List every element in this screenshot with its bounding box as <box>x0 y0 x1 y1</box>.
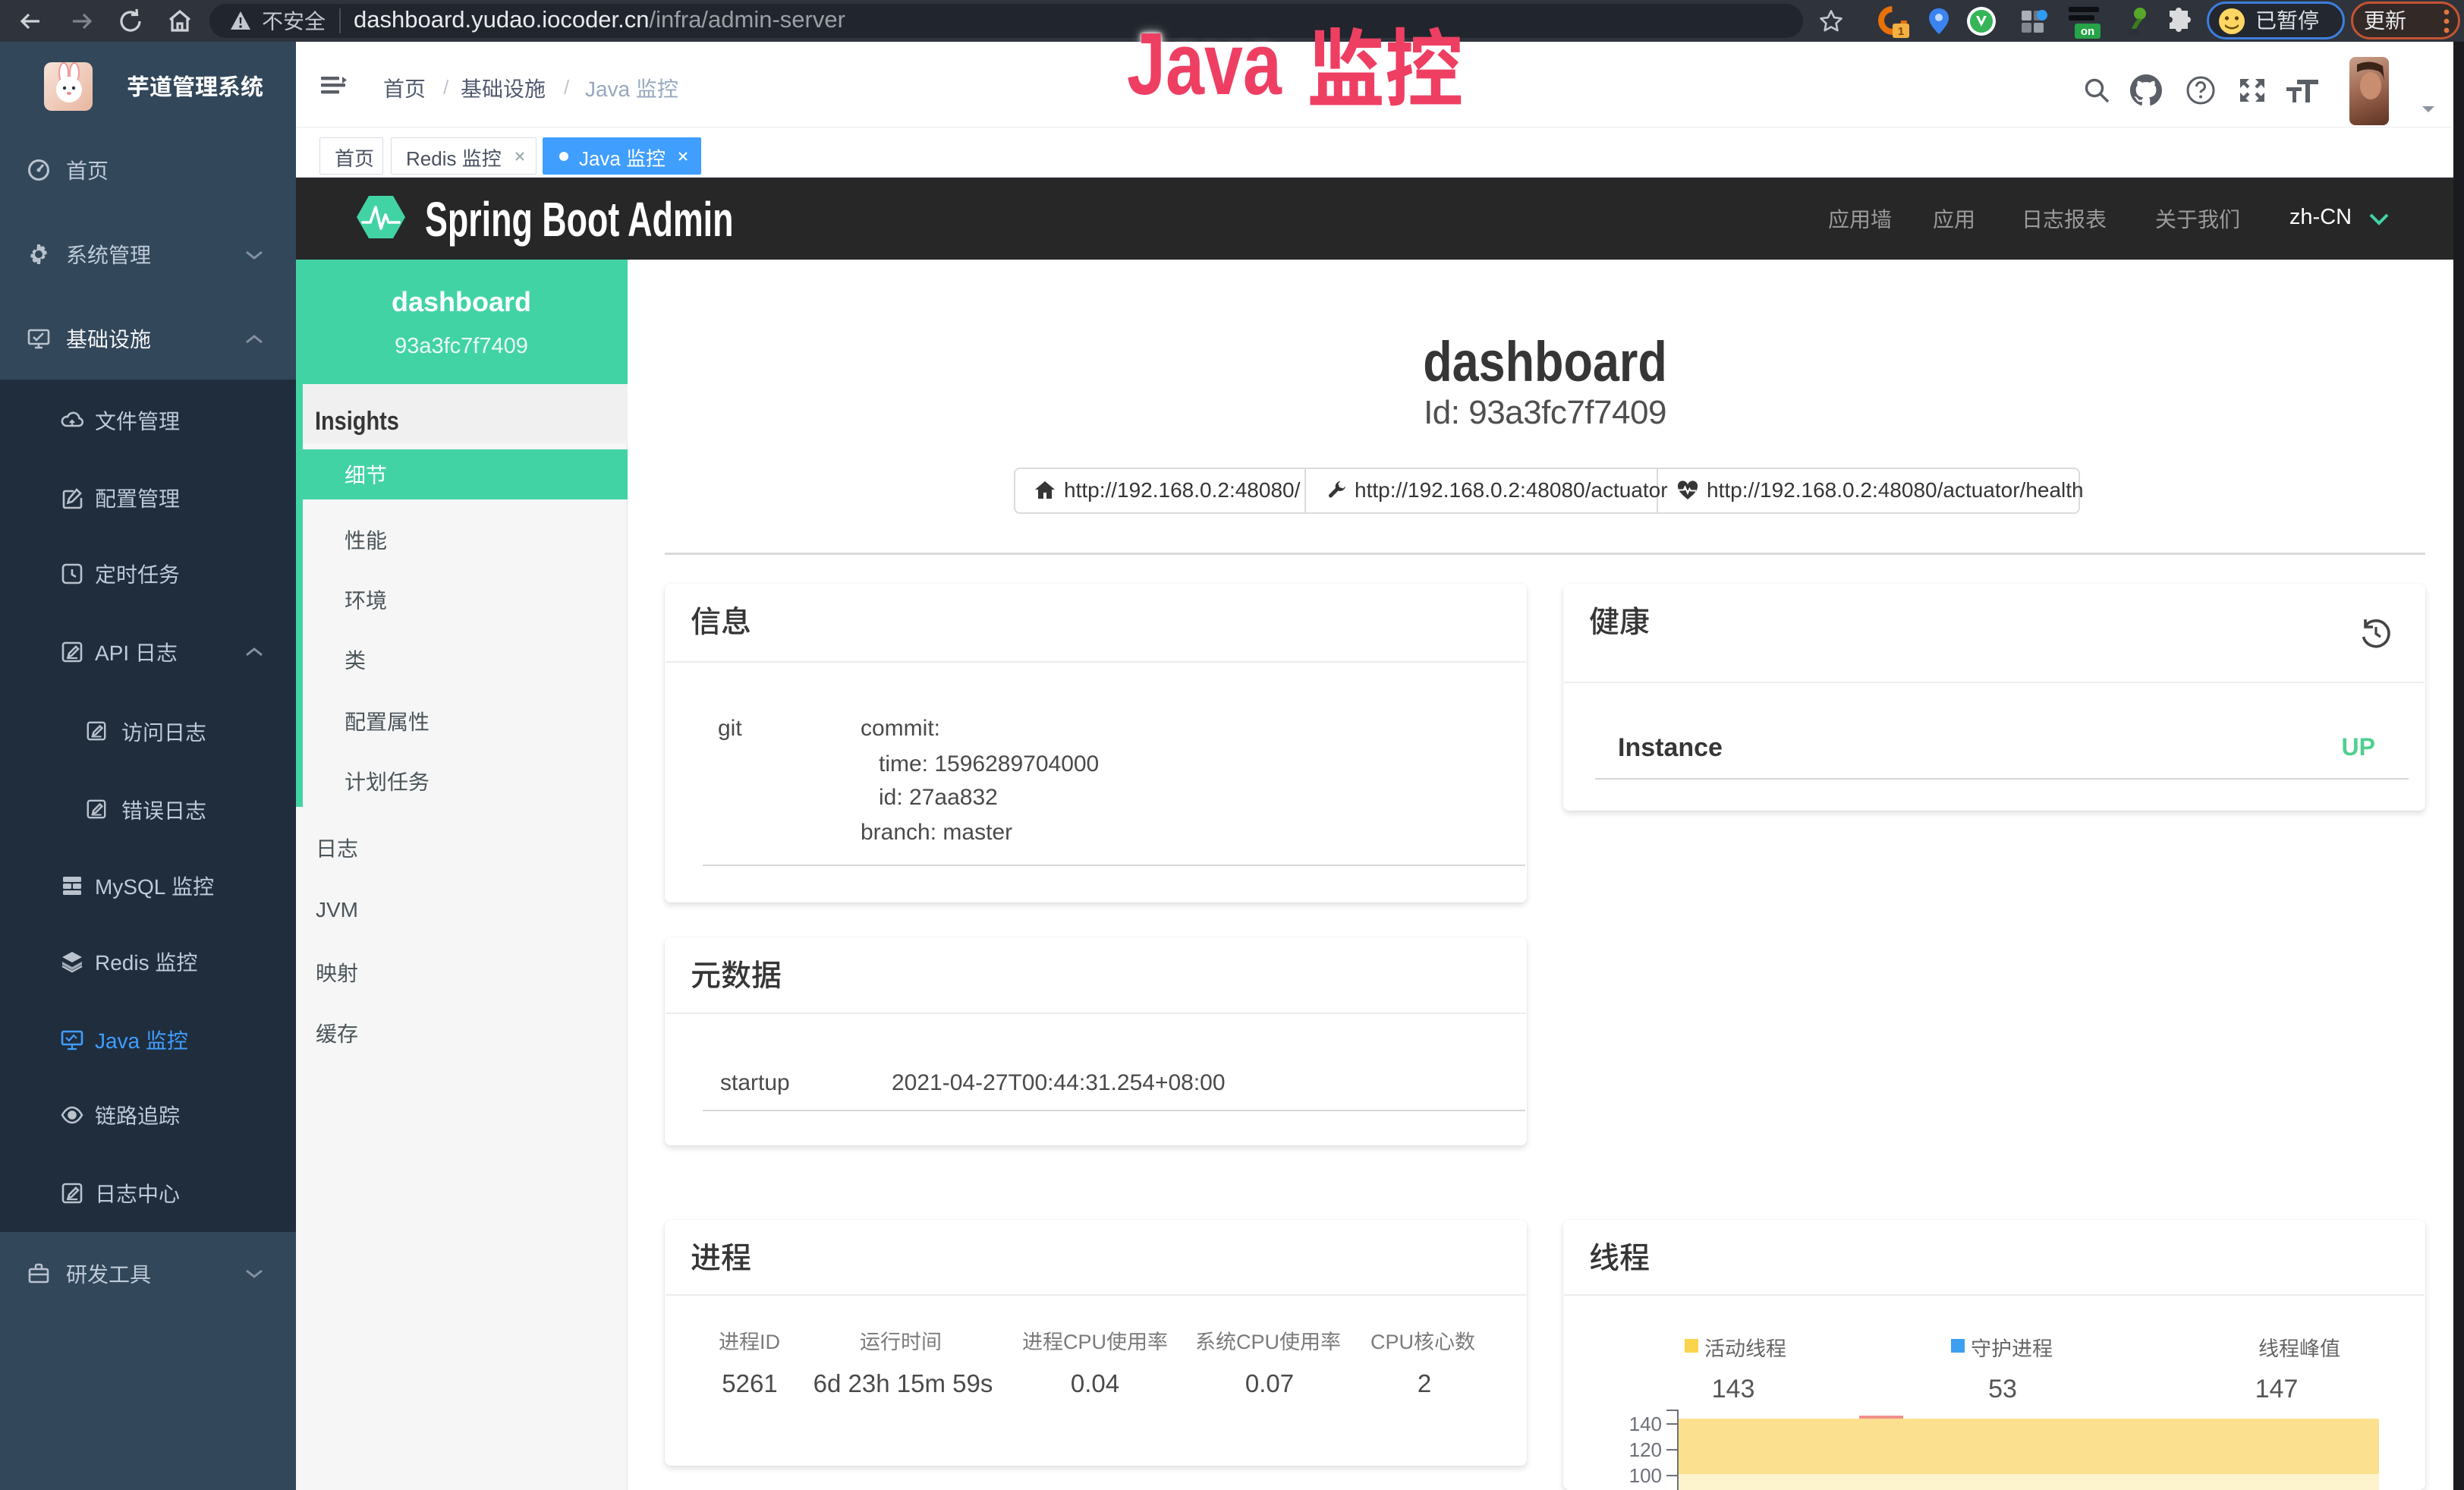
svg-text:1: 1 <box>1898 25 1904 38</box>
svg-text:on: on <box>2081 25 2094 38</box>
